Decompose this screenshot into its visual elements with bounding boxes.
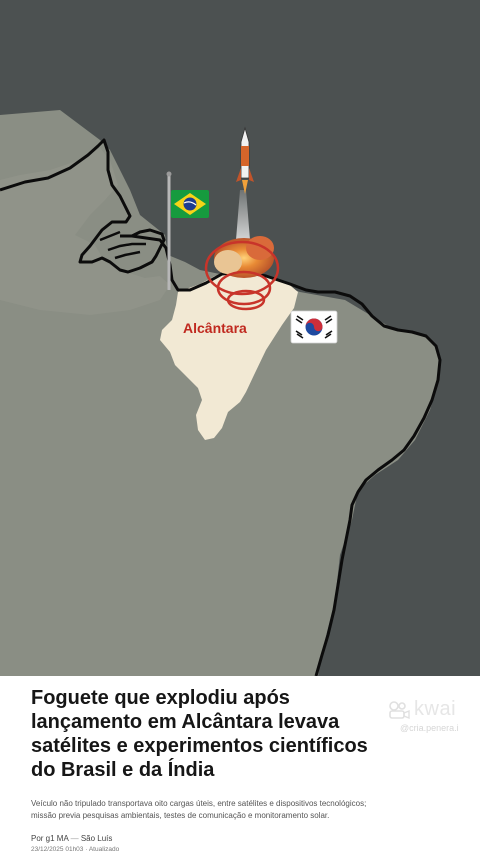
kwai-watermark: kwai @cria.penera.i — [388, 698, 478, 738]
kwai-handle: @cria.penera.i — [400, 723, 459, 733]
kwai-brand: kwai — [414, 698, 457, 720]
author: Por g1 MA — [31, 834, 69, 843]
article-date: 23/12/2025 01h03 · Atualizado — [31, 846, 120, 853]
map-illustration: Alcântara — [0, 0, 480, 676]
article-byline: Por g1 MA — São Luís — [31, 834, 112, 843]
location: São Luís — [80, 834, 113, 843]
article-card: Foguete que explodiu após lançamento em … — [0, 676, 480, 854]
kwai-logo-icon — [389, 700, 410, 719]
south-korea-flag — [290, 310, 338, 344]
article-headline[interactable]: Foguete que explodiu após lançamento em … — [31, 686, 381, 782]
byline-separator: — — [70, 834, 79, 843]
article-summary: Veículo não tripulado transportava oito … — [31, 799, 367, 820]
alcantara-label: Alcântara — [183, 320, 247, 336]
